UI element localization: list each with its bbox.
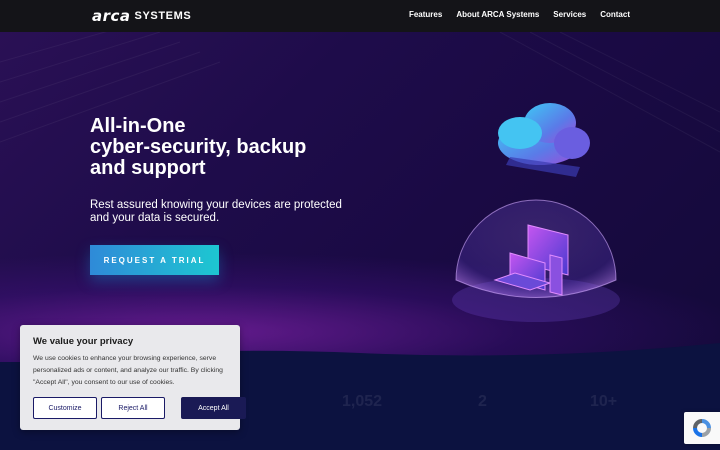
stat-value: 10+ — [590, 393, 618, 410]
cloud-and-shielded-devices-illustration — [452, 103, 620, 322]
hero-title: All-in-One cyber-security, backup and su… — [90, 116, 390, 179]
stat-value: 2 — [478, 393, 487, 410]
hero-title-line-2: cyber-security, backup — [90, 136, 307, 158]
cloud-icon — [498, 103, 590, 177]
hero-subtitle: Rest assured knowing your devices are pr… — [90, 199, 342, 224]
reject-all-button[interactable]: Reject All — [101, 397, 165, 419]
request-trial-button[interactable]: REQUEST A TRIAL — [90, 245, 219, 275]
hero-title-line-3: and support — [90, 157, 206, 179]
nav-features[interactable]: Features — [409, 10, 442, 19]
accept-all-button[interactable]: Accept All — [181, 397, 246, 419]
cookie-banner-text: We use cookies to enhance your browsing … — [33, 355, 223, 386]
customize-button[interactable]: Customize — [33, 397, 97, 419]
nav-contact[interactable]: Contact — [600, 10, 630, 19]
cookie-banner-title: We value your privacy — [33, 336, 134, 347]
hero-title-line-1: All-in-One — [90, 115, 186, 137]
cookie-consent-banner: We value your privacy We use cookies to … — [20, 325, 246, 430]
site-header: arca SYSTEMS Features About ARCA Systems… — [0, 0, 720, 32]
stat-value: 1,052 — [342, 393, 383, 410]
nav-services[interactable]: Services — [553, 10, 586, 19]
logo-mark: arca — [92, 7, 131, 25]
recaptcha-badge[interactable] — [684, 412, 720, 444]
main-nav: Features About ARCA Systems Services Con… — [409, 10, 630, 19]
arca-systems-logo[interactable]: arca SYSTEMS — [92, 7, 192, 25]
nav-about[interactable]: About ARCA Systems — [456, 10, 539, 19]
recaptcha-icon — [693, 419, 711, 437]
logo-text: SYSTEMS — [134, 10, 192, 22]
